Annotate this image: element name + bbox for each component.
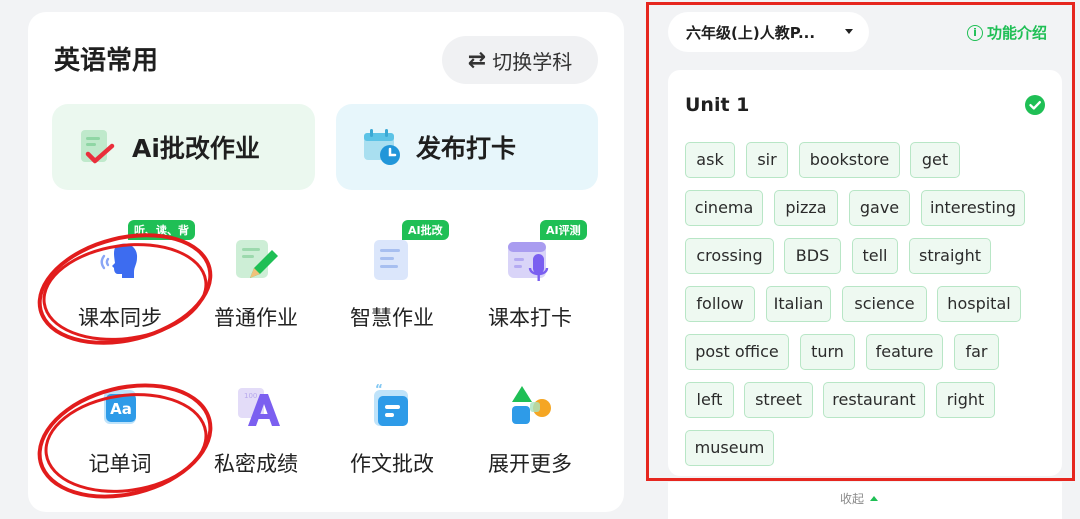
publish-checkin-label: 发布打卡 [416,134,517,163]
grid-item-label: 私密成绩 [214,452,298,476]
collapse-button[interactable]: 收起 [840,490,879,507]
shapes-more-icon [504,380,556,432]
grade-a-icon: 100 [230,380,282,432]
collapse-label: 收起 [840,492,865,506]
grid-item-label: 课本打卡 [488,306,572,330]
red-highlight-frame [646,2,1075,481]
svg-text:“: “ [375,382,383,396]
essay-quote-icon: “ [366,380,418,432]
svg-text:100: 100 [244,392,257,400]
grid-item-expand-more[interactable]: 展开更多 [460,380,600,478]
grid-item-label: 展开更多 [488,452,572,476]
grid-item-smart-homework[interactable]: AI批改 智慧作业 [322,220,462,332]
grid-item-textbook-checkin[interactable]: AI评测 课本打卡 [460,220,600,332]
switch-subject-button[interactable]: ⇄ 切换学科 [442,36,598,84]
pencil-paper-icon [230,234,282,286]
grid-item-label: 普通作业 [214,306,298,330]
swap-arrows-icon: ⇄ [467,47,487,73]
calendar-mic-icon: AI评测 [504,220,587,286]
ai-grading-card[interactable]: Ai批改作业 [52,104,315,190]
calendar-clock-icon [362,126,402,168]
english-common-panel: 英语常用 ⇄ 切换学科 Ai批改作业 发布打卡 听、读、背 课本同步 普通作业 … [25,12,624,516]
grid-item-essay-grading[interactable]: “ 作文批改 [322,380,462,478]
caret-up-icon [870,496,879,501]
panel-title: 英语常用 [54,46,159,76]
ai-grading-icon [78,126,118,168]
grid-item-label: 作文批改 [350,452,434,476]
ai-evaluation-badge: AI评测 [540,220,587,240]
ai-grading-badge: AI批改 [402,220,449,240]
grid-item-label: 智慧作业 [350,306,434,330]
smart-document-icon: AI批改 [366,220,449,286]
switch-subject-label: 切换学科 [492,49,573,74]
ai-grading-label: Ai批改作业 [132,134,260,163]
publish-checkin-card[interactable]: 发布打卡 [336,104,598,190]
